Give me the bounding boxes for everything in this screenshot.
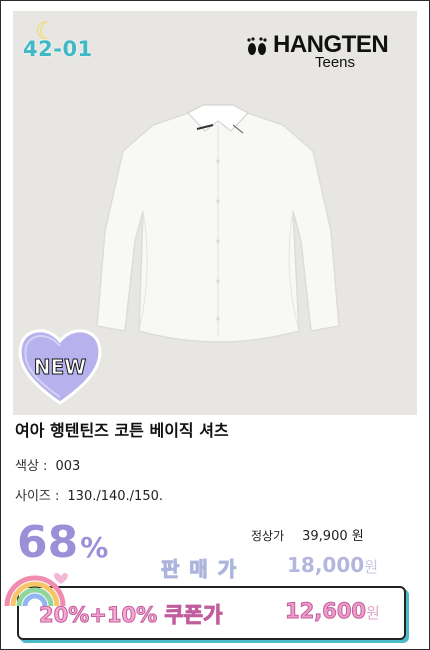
- size-value: 130./140./150.: [67, 489, 164, 504]
- coupon-price-value: 12,600원: [284, 599, 380, 624]
- regular-price-value: 39,900 원: [302, 529, 364, 544]
- regular-price: 정상가 39,900 원: [251, 525, 364, 544]
- product-code: 42-01: [23, 37, 93, 61]
- discount-number: 68: [17, 517, 79, 568]
- product-card[interactable]: ☾ 42-01 HANGTEN Teens NEW 여아 행텐틴즈 코튼 베이직…: [0, 0, 430, 650]
- coupon-price-unit: 원: [366, 604, 380, 622]
- rainbow-icon: [4, 573, 68, 607]
- product-image[interactable]: ☾ 42-01 HANGTEN Teens NEW: [13, 11, 417, 415]
- sale-price-value: 18,000원: [287, 553, 378, 577]
- regular-price-label: 정상가: [251, 529, 285, 543]
- discount-rate: 68%: [17, 517, 108, 568]
- coupon-price-box[interactable]: 20%+10% 쿠폰가 12,600원: [17, 586, 406, 640]
- sale-price-unit: 원: [364, 558, 378, 576]
- new-label: NEW: [33, 355, 87, 380]
- product-code-badge: ☾ 42-01: [19, 19, 99, 61]
- shirt-illustration: [96, 104, 340, 343]
- coupon-price-amount: 12,600: [284, 599, 367, 624]
- brand-sub: Teens: [315, 54, 356, 71]
- new-badge: NEW: [15, 321, 105, 411]
- size-row: 사이즈 : 130./140./150.: [15, 485, 163, 504]
- sale-price-amount: 18,000: [287, 553, 365, 577]
- discount-unit: %: [80, 531, 109, 564]
- color-label: 색상 :: [15, 459, 48, 474]
- size-label: 사이즈 :: [15, 489, 60, 504]
- color-value: 003: [55, 459, 81, 474]
- brand-logo: HANGTEN Teens: [235, 23, 405, 71]
- sale-price: 판매가 18,000원: [160, 553, 378, 582]
- footprint-icon: [247, 37, 267, 55]
- sale-price-label: 판매가: [160, 557, 247, 582]
- product-title: 여아 행텐틴즈 코튼 베이직 셔츠: [15, 421, 229, 440]
- color-row: 색상 : 003: [15, 455, 80, 474]
